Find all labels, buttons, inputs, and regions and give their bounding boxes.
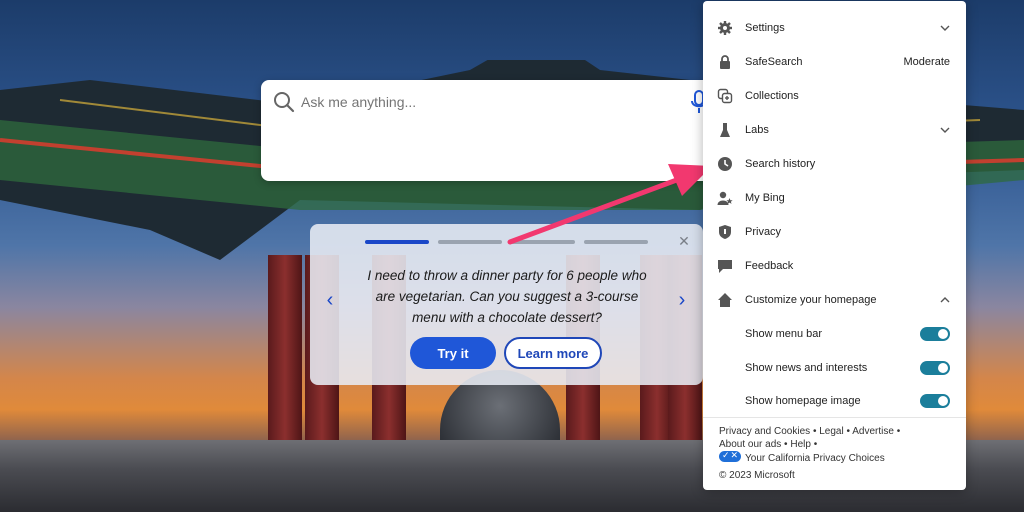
close-icon[interactable]: ✕ (677, 234, 691, 248)
separator: • (846, 426, 850, 437)
search-box (261, 80, 731, 181)
toggle-label: Show homepage image (745, 395, 861, 407)
gear-icon (717, 20, 733, 36)
footer-links-line-3: Your California Privacy Choices (719, 449, 885, 465)
chevron-down-icon (940, 25, 950, 31)
show-news-toggle[interactable] (920, 361, 950, 375)
toggle-label: Show news and interests (745, 362, 868, 374)
menu-item-label: SafeSearch (745, 56, 803, 68)
settings-panel: Settings SafeSearch Moderate Collections… (703, 1, 966, 490)
pillar (268, 255, 302, 465)
clock-icon (717, 156, 733, 172)
slide-indicator-1[interactable] (365, 240, 429, 244)
menu-item-feedback[interactable]: Feedback (703, 249, 966, 283)
menu-item-privacy[interactable]: Privacy (703, 215, 966, 249)
safesearch-value: Moderate (903, 56, 950, 68)
menu-item-collections[interactable]: Collections (703, 79, 966, 113)
separator: • (812, 426, 817, 437)
suggestion-card: ✕ ‹ › I need to throw a dinner party for… (310, 224, 703, 385)
menu-item-label: Labs (745, 124, 769, 136)
menu-item-label: Collections (745, 90, 799, 102)
help-link[interactable]: Help (790, 439, 811, 450)
labs-icon (717, 122, 733, 138)
learn-more-button[interactable]: Learn more (504, 337, 602, 369)
show-homepage-image-toggle[interactable] (920, 394, 950, 408)
separator: • (784, 439, 788, 450)
suggestion-message: I need to throw a dinner party for 6 peo… (367, 268, 647, 325)
menu-item-label: Customize your homepage (745, 294, 877, 306)
legal-link[interactable]: Legal (819, 426, 843, 437)
footer-links-line-1: Privacy and Cookies • Legal • Advertise … (719, 425, 900, 438)
try-it-button[interactable]: Try it (410, 337, 496, 369)
california-privacy-link[interactable]: Your California Privacy Choices (745, 453, 885, 464)
separator: • (896, 426, 901, 437)
menu-item-search-history[interactable]: Search history (703, 147, 966, 181)
search-icon (274, 92, 295, 113)
advertise-link[interactable]: Advertise (852, 426, 894, 437)
menu-item-label: My Bing (745, 192, 785, 204)
toggle-row-show-news: Show news and interests (703, 351, 966, 385)
menu-item-label: Search history (745, 158, 816, 170)
menu-item-label: Settings (745, 22, 785, 34)
menu-item-settings[interactable]: Settings (703, 11, 966, 45)
chevron-right-icon[interactable]: › (674, 288, 690, 312)
menu-item-label: Feedback (745, 260, 794, 272)
menu-item-label: Privacy (745, 226, 782, 238)
privacy-cookies-link[interactable]: Privacy and Cookies (719, 426, 810, 437)
home-icon (717, 292, 733, 308)
slide-indicator-4[interactable] (584, 240, 648, 244)
slide-indicator-3[interactable] (511, 240, 575, 244)
user-star-icon (717, 190, 733, 206)
chevron-down-icon (940, 127, 950, 133)
menu-item-labs[interactable]: Labs (703, 113, 966, 147)
collections-icon (717, 88, 733, 104)
copyright: © 2023 Microsoft (719, 470, 795, 481)
shield-icon (717, 224, 733, 240)
feedback-icon (717, 258, 733, 274)
privacy-choices-icon (719, 449, 741, 462)
chevron-up-icon (940, 297, 950, 303)
separator: • (813, 439, 818, 450)
lock-icon (717, 54, 733, 70)
menu-item-safesearch[interactable]: SafeSearch Moderate (703, 45, 966, 79)
toggle-row-show-menu-bar: Show menu bar (703, 317, 966, 351)
menu-item-customize-homepage[interactable]: Customize your homepage (703, 283, 966, 317)
toggle-row-show-homepage-image: Show homepage image (703, 384, 966, 418)
menu-item-my-bing[interactable]: My Bing (703, 181, 966, 215)
search-input[interactable] (301, 92, 681, 112)
chevron-left-icon[interactable]: ‹ (322, 288, 338, 312)
slide-indicator-2[interactable] (438, 240, 502, 244)
toggle-label: Show menu bar (745, 328, 823, 340)
divider (703, 417, 966, 418)
show-menu-bar-toggle[interactable] (920, 327, 950, 341)
